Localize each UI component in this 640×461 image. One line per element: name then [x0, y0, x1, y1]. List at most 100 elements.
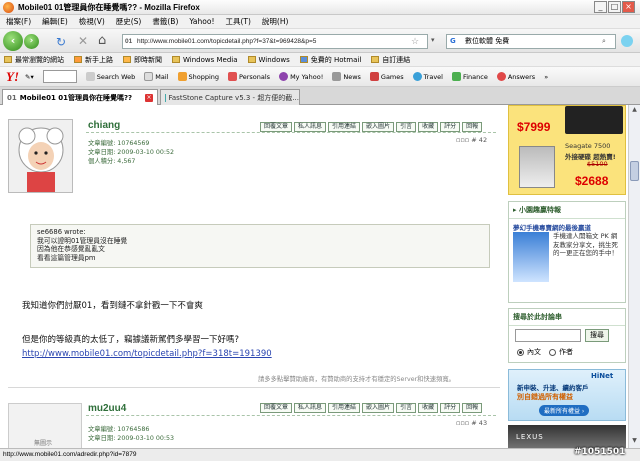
- forward-icon[interactable]: ›: [24, 34, 39, 49]
- yahoo-games[interactable]: Games: [369, 72, 404, 81]
- yahoo-search-web[interactable]: Search Web: [85, 72, 135, 81]
- bookmark-news[interactable]: 即時新聞: [123, 55, 162, 65]
- report-button[interactable]: 回報: [462, 122, 483, 132]
- yahoo-search-field[interactable]: [42, 70, 77, 83]
- star-icon[interactable]: ☆: [411, 35, 419, 48]
- vertical-scrollbar[interactable]: ▲ ▼: [628, 105, 640, 448]
- reload-icon[interactable]: ↻: [56, 35, 66, 49]
- yahoo-news[interactable]: News: [332, 72, 361, 81]
- bookmark-windows-media[interactable]: Windows Media: [172, 56, 238, 64]
- home-icon[interactable]: ⌂: [98, 33, 106, 48]
- private-message-button[interactable]: 私人訊息: [294, 122, 327, 132]
- search-input[interactable]: G 數位軟體 免費 ⌕: [446, 34, 616, 49]
- post-actions: 回覆文章 私人訊息 引用連結 嵌入圖片 引言 收藏 評分 回報: [258, 122, 483, 132]
- bookmarks-bar: 最常瀏覽的網站 新手上路 即時新聞 Windows Media Windows …: [0, 53, 640, 67]
- rate-button[interactable]: 評分: [440, 122, 461, 132]
- avatar: 無圖示: [8, 403, 82, 448]
- yahoo-shopping[interactable]: Shopping: [177, 72, 219, 81]
- bookmark-getting-started[interactable]: 新手上路: [74, 55, 113, 65]
- quote-line: 我可以證明01管理員沒在睡覺: [37, 236, 128, 245]
- search-icon[interactable]: ⌕: [602, 35, 606, 48]
- yahoo-my-yahoo[interactable]: My Yahoo!: [279, 72, 323, 81]
- menu-edit[interactable]: 編輯(E): [42, 16, 68, 27]
- radio-author[interactable]: 作者: [549, 347, 573, 357]
- rss-icon: [123, 56, 131, 63]
- minimize-button[interactable]: _: [594, 1, 607, 13]
- thread-search-input[interactable]: [515, 329, 581, 342]
- post-username[interactable]: mu2uu4: [88, 403, 126, 414]
- stop-icon[interactable]: ✕: [78, 34, 88, 48]
- more-icon[interactable]: »: [544, 73, 548, 81]
- bookmark-folder-icon: [4, 56, 12, 63]
- bookmark-windows[interactable]: Windows: [247, 56, 290, 64]
- ad-cta-button[interactable]: 最新所有權益 ›: [539, 405, 590, 416]
- window-titlebar: Mobile01 01管理員你在睡覺嗎?? - Mozilla Firefox …: [0, 0, 640, 15]
- quote-button[interactable]: 引言: [396, 403, 417, 413]
- lexus-ad[interactable]: LEXUS: [508, 425, 626, 448]
- yahoo-mail[interactable]: Mail: [144, 72, 169, 81]
- my-yahoo-icon: [279, 72, 289, 81]
- close-button[interactable]: ×: [622, 1, 635, 13]
- hinet-ad[interactable]: HiNet 新申裝、升速、續約客戶 別自錯過所有權益 最新所有權益 ›: [508, 369, 626, 421]
- post-username[interactable]: chiang: [88, 120, 120, 131]
- watermark: #1051501: [574, 447, 626, 457]
- reply-button[interactable]: 回覆文章: [260, 403, 293, 413]
- menu-help[interactable]: 說明(H): [262, 16, 289, 27]
- yahoo-answers[interactable]: Answers: [496, 72, 535, 81]
- report-button[interactable]: 回報: [462, 403, 483, 413]
- scroll-down-icon[interactable]: ▼: [630, 437, 639, 446]
- embed-image-button[interactable]: 嵌入圖片: [362, 403, 395, 413]
- post-link[interactable]: http://www.mobile01.com/topicdetail.php?…: [22, 349, 272, 359]
- radio-content[interactable]: 內文: [517, 347, 541, 357]
- url-bar[interactable]: 01 http://www.mobile01.com/topicdetail.p…: [122, 34, 428, 49]
- tab-label: Mobile01 01管理員你在睡覺嗎??: [19, 93, 133, 102]
- back-icon[interactable]: ‹: [3, 31, 23, 51]
- post-floor: ▫▫▫ # 43: [456, 419, 488, 427]
- embed-image-button[interactable]: 嵌入圖片: [362, 122, 395, 132]
- post-id: 文章編號: 10764569: [88, 140, 150, 147]
- pencil-icon[interactable]: ✎▾: [25, 73, 34, 81]
- tab-mobile01[interactable]: 01 Mobile01 01管理員你在睡覺嗎??: [2, 89, 158, 105]
- sidebar-ad-seagate[interactable]: $7999 Seagate 7500 外接硬碟 超熱賣! $5100 $2688: [508, 105, 626, 195]
- favorite-button[interactable]: 收藏: [418, 122, 439, 132]
- quote-link-button[interactable]: 引用連結: [328, 122, 361, 132]
- yahoo-finance[interactable]: Finance: [451, 72, 488, 81]
- bookmark-folder-icon: [247, 56, 256, 63]
- tab-close-icon[interactable]: ×: [145, 94, 153, 102]
- menu-tools[interactable]: 工具(T): [225, 16, 250, 27]
- scroll-up-icon[interactable]: ▲: [630, 106, 639, 115]
- rate-button[interactable]: 評分: [440, 403, 461, 413]
- yahoo-logo[interactable]: Y!: [6, 69, 19, 85]
- yahoo-personals[interactable]: Personals: [228, 72, 270, 81]
- menu-bookmarks[interactable]: 書籤(B): [152, 16, 178, 27]
- favorite-button[interactable]: 收藏: [418, 403, 439, 413]
- yahoo-travel[interactable]: Travel: [412, 72, 443, 81]
- thread-search-button[interactable]: 搜尋: [585, 329, 609, 342]
- sponsor-note: 請多多點擊贊助廠商，有贊助商的支持才有穩定的Server和快速頻寬。: [258, 376, 455, 383]
- quote-link-button[interactable]: 引用連結: [328, 403, 361, 413]
- private-message-button[interactable]: 私人訊息: [294, 403, 327, 413]
- bookmark-hotmail[interactable]: 免費的 Hotmail: [299, 55, 361, 65]
- tab-faststone[interactable]: FastStone Capture v5.3 - 超方便的截...: [160, 89, 300, 105]
- menu-file[interactable]: 檔案(F): [6, 16, 31, 27]
- post-separator: [8, 387, 500, 388]
- menu-yahoo[interactable]: Yahoo!: [189, 17, 214, 26]
- widget-title-text: 小園趣贏特報: [518, 206, 561, 214]
- maximize-button[interactable]: □: [608, 1, 621, 13]
- quote-button[interactable]: 引言: [396, 122, 417, 132]
- floor-number: # 43: [471, 419, 488, 427]
- bookmark-most-visited[interactable]: 最常瀏覽的網站: [4, 55, 64, 65]
- scroll-thumb[interactable]: [630, 161, 639, 181]
- menu-history[interactable]: 歷史(S): [116, 16, 142, 27]
- ad-brand: HiNet: [591, 372, 614, 380]
- menu-bar: 檔案(F) 編輯(E) 檢視(V) 歷史(S) 書籤(B) Yahoo! 工具(…: [0, 15, 640, 29]
- dropdown-arrow-icon[interactable]: ▾: [431, 36, 435, 44]
- menu-view[interactable]: 檢視(V): [79, 16, 105, 27]
- reply-button[interactable]: 回覆文章: [260, 122, 293, 132]
- post-body-line: 我知道你們討厭01，看到鏈不拿針戳一下不會爽: [22, 301, 203, 311]
- widget-title: 搜尋於此討論串: [509, 309, 625, 326]
- ad-price: $7999: [517, 120, 551, 134]
- post-divider: [86, 415, 496, 416]
- widget-title: ▸ 小園趣贏特報: [509, 202, 625, 219]
- bookmark-custom-links[interactable]: 自訂連結: [371, 55, 410, 65]
